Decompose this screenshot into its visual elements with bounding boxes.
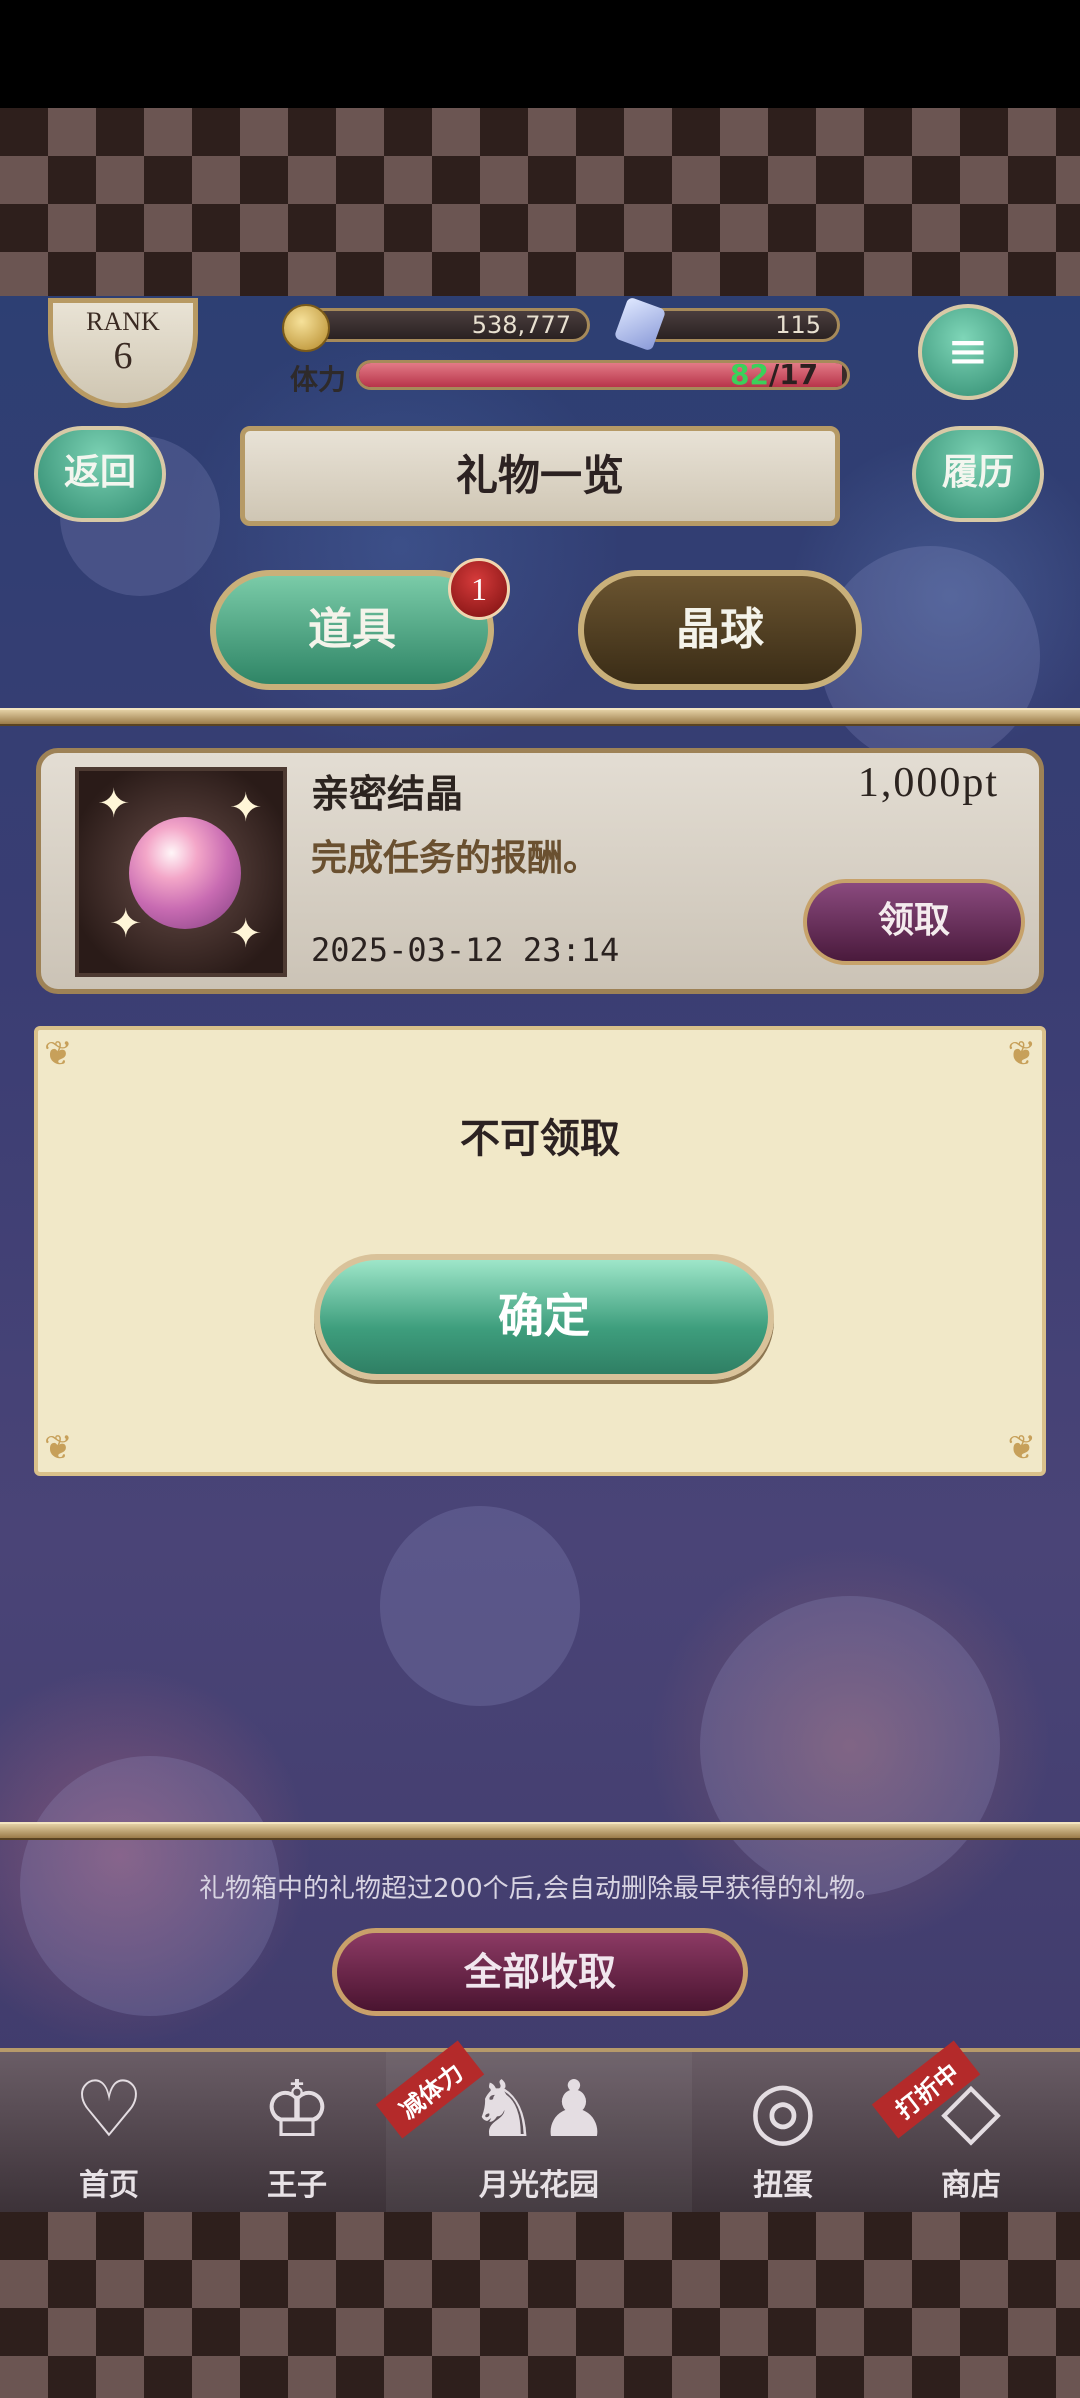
- back-button[interactable]: 返回: [34, 426, 166, 522]
- stamina-readout: 82/17: [730, 358, 818, 391]
- gift-date: 2025-03-12 23:14: [311, 931, 620, 969]
- claim-all-button[interactable]: 全部收取: [332, 1928, 748, 2016]
- claim-button[interactable]: 领取: [803, 879, 1025, 965]
- nav-garden-label: 月光花园: [479, 2168, 599, 2203]
- corner-ornament-icon: ❦: [44, 1428, 73, 1468]
- status-bar: [0, 0, 1080, 108]
- history-button[interactable]: 履历: [912, 426, 1044, 522]
- nav-home-label: 首页: [79, 2168, 139, 2203]
- notification-badge: 1: [448, 558, 510, 620]
- rank-badge: RANK 6: [48, 298, 198, 408]
- nav-gacha-label: 扭蛋: [753, 2168, 813, 2203]
- bokeh: [380, 1506, 580, 1706]
- nav-prince-label: 王子: [267, 2168, 327, 2203]
- gift-name: 亲密结晶: [311, 772, 464, 816]
- corner-ornament-icon: ❦: [1007, 1428, 1037, 1468]
- dialog-message: 不可领取: [460, 1116, 620, 1162]
- heart-icon: ♡: [74, 2065, 144, 2155]
- rank-label: RANK: [86, 307, 160, 336]
- gift-list-item: ✦ ✦ ✦ ✦ 亲密结晶 1,000pt 完成任务的报酬。 2025-03-12…: [36, 748, 1044, 994]
- bokeh: [700, 1596, 1000, 1896]
- corner-ornament-icon: ❦: [44, 1034, 73, 1074]
- corner-ornament-icon: ❦: [1007, 1034, 1037, 1074]
- sparkle-icon: ✦: [109, 901, 143, 947]
- alert-dialog: ❦ ❦ ❦ ❦ 不可领取 确定: [34, 1026, 1046, 1476]
- bottom-nav: ♡ 首页 ♔ 王子 ♞♟ 月光花园 减体力 ◎ 扭蛋 ◇ 商店 打折中: [0, 2040, 1080, 2212]
- sparkle-icon: ✦: [229, 911, 263, 957]
- rank-value: 6: [113, 335, 133, 377]
- tab-orbs[interactable]: 晶球: [578, 570, 862, 690]
- argyle-background-top: [0, 108, 1080, 296]
- stamina-max: /17: [768, 358, 819, 391]
- game-screen: RANK 6 538,777 115 体力 82/17 ≡ 返回 礼物一览 履历…: [0, 296, 1080, 2212]
- crystal-orb-icon: [129, 817, 241, 929]
- gift-thumbnail: ✦ ✦ ✦ ✦: [75, 767, 287, 977]
- nav-gacha[interactable]: ◎ 扭蛋: [694, 2052, 872, 2212]
- gift-description: 完成任务的报酬。: [311, 838, 600, 879]
- confirm-button[interactable]: 确定: [314, 1254, 774, 1380]
- ring-icon: ◎: [748, 2065, 818, 2155]
- stamina-current: 82: [730, 358, 769, 391]
- nav-shop-label: 商店: [941, 2168, 1001, 2203]
- sparkle-icon: ✦: [229, 785, 263, 831]
- argyle-background-bottom: [0, 2212, 1080, 2398]
- gift-points: 1,000pt: [857, 760, 999, 806]
- nav-home[interactable]: ♡ 首页: [20, 2052, 198, 2212]
- crown-icon: ♔: [262, 2065, 332, 2155]
- sparkle-icon: ✦: [97, 781, 131, 827]
- nav-prince[interactable]: ♔ 王子: [208, 2052, 386, 2212]
- hamburger-icon: ≡: [947, 322, 989, 380]
- page-title: 礼物一览: [240, 426, 840, 526]
- stamina-label: 体力: [290, 363, 347, 396]
- gem-icon: [613, 296, 667, 352]
- menu-button[interactable]: ≡: [918, 304, 1018, 400]
- ornate-divider: [0, 708, 1080, 726]
- ornate-divider: [0, 1822, 1080, 1840]
- gem-counter: 115: [640, 308, 840, 342]
- coin-counter: 538,777: [300, 308, 590, 342]
- gift-box-notice: 礼物箱中的礼物超过200个后,会自动删除最早获得的礼物。: [199, 1874, 881, 1904]
- coin-icon: [282, 304, 330, 352]
